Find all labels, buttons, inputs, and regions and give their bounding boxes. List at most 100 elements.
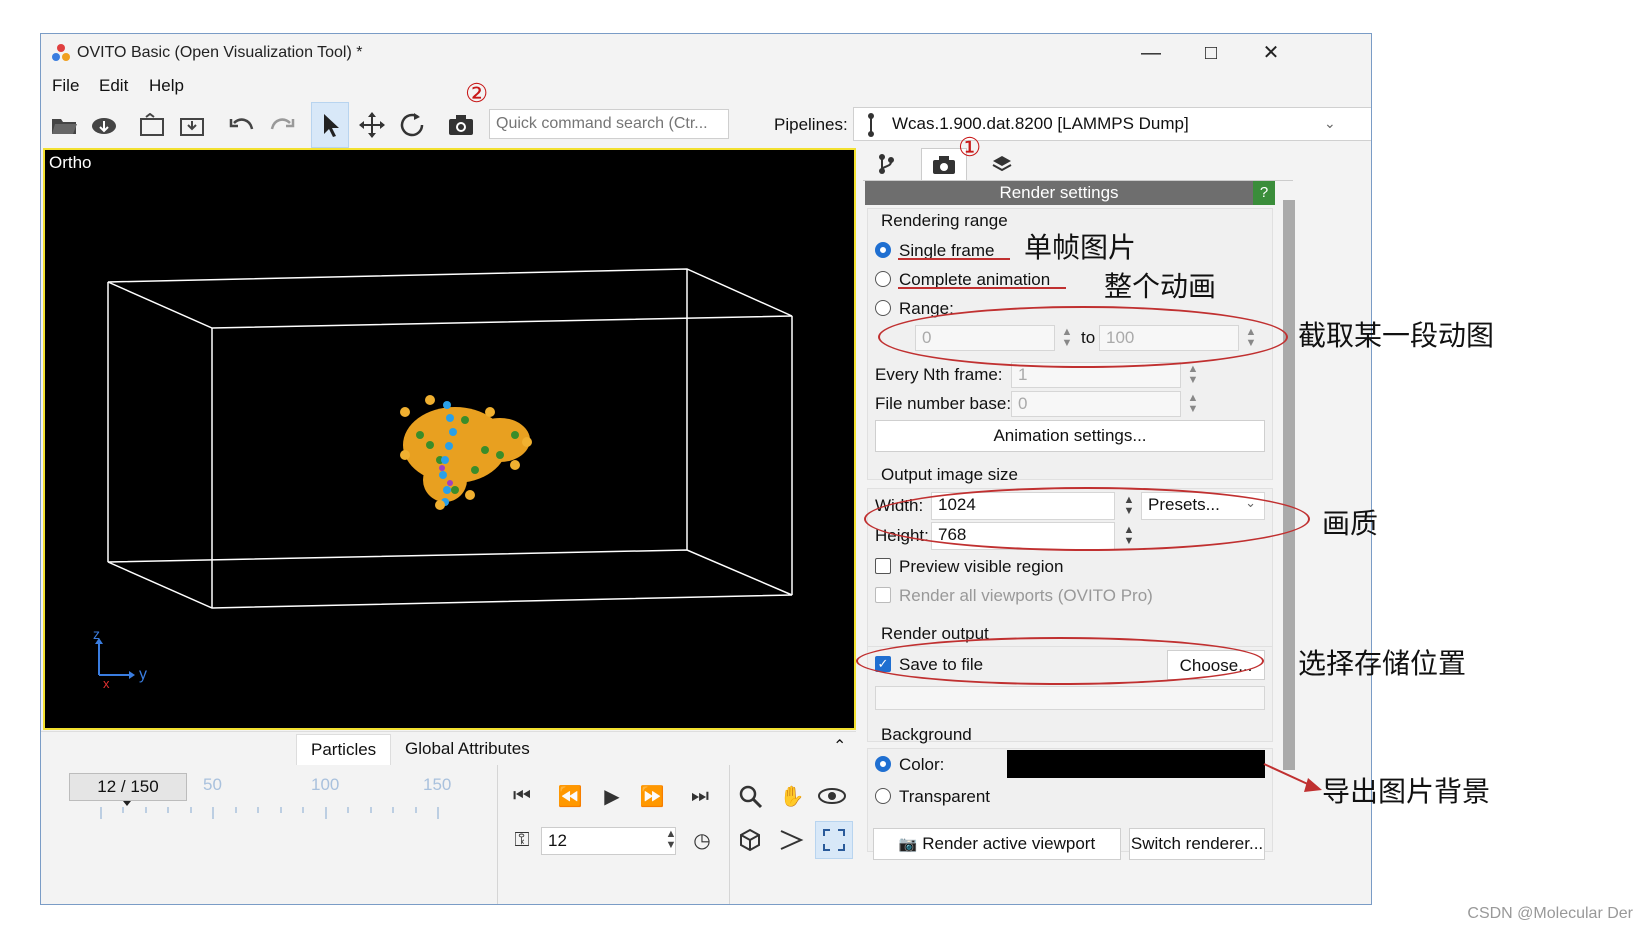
pipeline-selector[interactable]: Wcas.1.900.dat.8200 [LAMMPS Dump] ⌄: [853, 107, 1371, 141]
first-frame-icon[interactable]: ⏮: [503, 777, 541, 815]
move-icon[interactable]: [353, 106, 391, 144]
preview-visible-region-checkbox[interactable]: [875, 558, 891, 574]
data-inspector-tabs: Particles Global Attributes ⌃: [41, 731, 856, 766]
orbit-eye-icon[interactable]: [813, 777, 851, 815]
complete-animation-note: 整个动画: [1104, 271, 1217, 302]
render-all-viewports-checkbox[interactable]: [875, 587, 891, 603]
last-frame-icon[interactable]: ⏭: [681, 777, 719, 815]
quick-command-search-input[interactable]: [489, 109, 729, 139]
marker-2: ②: [465, 78, 489, 108]
tick-label: 100: [311, 775, 340, 794]
rotate-icon[interactable]: [393, 106, 431, 144]
panel-scrollbar[interactable]: [1283, 200, 1295, 770]
key-icon[interactable]: ⚿: [503, 821, 541, 859]
file-number-base-label: File number base:: [875, 394, 1012, 413]
background-color-radio[interactable]: [875, 756, 891, 772]
output-filename-field[interactable]: [875, 686, 1265, 710]
zoom-icon[interactable]: [731, 777, 769, 815]
background-color-label[interactable]: Color:: [899, 755, 944, 775]
tick-label: 50: [203, 775, 222, 794]
animation-settings-button[interactable]: Animation settings...: [875, 420, 1265, 452]
overlays-tab-icon[interactable]: [979, 148, 1025, 180]
animation-bar: 12 / 150 50 100 150 ⏮ ⏪ ▶ ⏩ ⏭ ⚿ 12 ▲ ▼ ◷ …: [41, 765, 856, 904]
background-color-swatch[interactable]: [1007, 750, 1265, 778]
transparent-radio[interactable]: [875, 788, 891, 804]
chevron-up-icon[interactable]: ⌃: [833, 736, 846, 756]
range-radio[interactable]: [875, 300, 891, 316]
chevron-down-icon: ⌄: [1324, 115, 1336, 131]
range-note: 截取某一段动图: [1298, 320, 1495, 351]
axis-z-label: z: [93, 626, 100, 642]
rendering-range-title: Rendering range: [881, 211, 1008, 230]
ortho-viewport[interactable]: Ortho z y x: [43, 148, 856, 730]
app-window: OVITO Basic (Open Visualization Tool) * …: [40, 33, 1372, 905]
animation-settings-clock-icon[interactable]: ◷: [683, 821, 721, 859]
zoom-scene-extents-icon[interactable]: [731, 821, 769, 859]
render-camera-icon[interactable]: [442, 106, 480, 144]
menu-file[interactable]: File: [52, 76, 79, 96]
save-session-icon[interactable]: [173, 106, 211, 144]
redo-icon[interactable]: [263, 106, 301, 144]
open-file-icon[interactable]: [45, 106, 83, 144]
output-size-title: Output image size: [881, 465, 1019, 484]
file-number-base-spinner-icon[interactable]: ▲ ▼: [1185, 393, 1201, 415]
save-note: 选择存储位置: [1298, 648, 1467, 679]
pipelines-label: Pipelines:: [774, 115, 848, 134]
pan-hand-icon[interactable]: ✋: [773, 777, 811, 815]
pipeline-icon: [868, 113, 874, 137]
single-frame-underline: [898, 258, 1010, 260]
window-title: OVITO Basic (Open Visualization Tool) *: [77, 44, 363, 61]
menu-edit[interactable]: Edit: [99, 76, 128, 96]
tab-particles[interactable]: Particles: [296, 734, 392, 766]
transparent-label[interactable]: Transparent: [899, 787, 990, 807]
ovito-logo-icon: [52, 44, 70, 61]
time-ruler: [100, 801, 439, 819]
render-active-viewport-label: Render active viewport: [922, 834, 1096, 853]
fov-icon[interactable]: [773, 821, 811, 859]
single-frame-note: 单帧图片: [1024, 232, 1137, 263]
maximize-button[interactable]: □: [1181, 34, 1241, 72]
divider: [729, 765, 730, 904]
camera-icon: 📷: [898, 836, 918, 853]
undo-icon[interactable]: [223, 106, 261, 144]
tick-label: 150: [423, 775, 452, 794]
menu-help[interactable]: Help: [149, 76, 184, 96]
next-frame-icon[interactable]: ⏩: [633, 777, 671, 815]
minimize-button[interactable]: —: [1121, 34, 1181, 72]
export-icon[interactable]: [133, 106, 171, 144]
axis-x-label: x: [103, 676, 110, 691]
tab-global-attributes[interactable]: Global Attributes: [391, 734, 544, 764]
simulation-scene: [95, 268, 793, 679]
every-nth-frame-label: Every Nth frame:: [875, 365, 1003, 384]
axis-y-label: y: [139, 666, 147, 683]
marker-1: ①: [958, 132, 982, 162]
title-bar: OVITO Basic (Open Visualization Tool) * …: [41, 34, 1371, 72]
background-arrow-icon: [1263, 763, 1322, 792]
maximize-viewport-icon[interactable]: [815, 821, 853, 859]
file-number-base-field[interactable]: 0: [1011, 391, 1181, 417]
preview-visible-region-label[interactable]: Preview visible region: [899, 557, 1063, 577]
pipeline-tab-icon[interactable]: [863, 148, 909, 180]
close-button[interactable]: ✕: [1241, 34, 1301, 72]
spinner-arrows-icon[interactable]: ▲ ▼: [663, 829, 679, 851]
axis-tripod: [95, 638, 135, 679]
save-highlight-ellipse: [856, 637, 1264, 685]
time-slider-frame[interactable]: 12 / 150: [69, 773, 187, 801]
complete-animation-radio[interactable]: [875, 271, 891, 287]
command-panel-tabs: [863, 148, 1293, 181]
every-nth-spinner-icon[interactable]: ▲ ▼: [1185, 364, 1201, 386]
play-icon[interactable]: ▶: [593, 777, 631, 815]
single-frame-radio[interactable]: [875, 242, 891, 258]
background-note: 导出图片背景: [1322, 776, 1491, 807]
previous-frame-icon[interactable]: ⏪: [551, 777, 589, 815]
render-settings-header: Render settings: [865, 181, 1253, 205]
help-button[interactable]: ?: [1253, 181, 1275, 205]
size-note: 画质: [1322, 508, 1379, 539]
watermark: CSDN @Molecular Der: [1467, 905, 1633, 922]
current-frame-spinner[interactable]: 12: [541, 827, 676, 855]
selection-mode-icon[interactable]: [311, 102, 349, 148]
load-remote-icon[interactable]: [85, 106, 123, 144]
complete-animation-underline: [898, 287, 1066, 289]
render-active-viewport-button[interactable]: 📷 Render active viewport: [873, 828, 1121, 860]
switch-renderer-button[interactable]: Switch renderer...: [1129, 828, 1265, 860]
